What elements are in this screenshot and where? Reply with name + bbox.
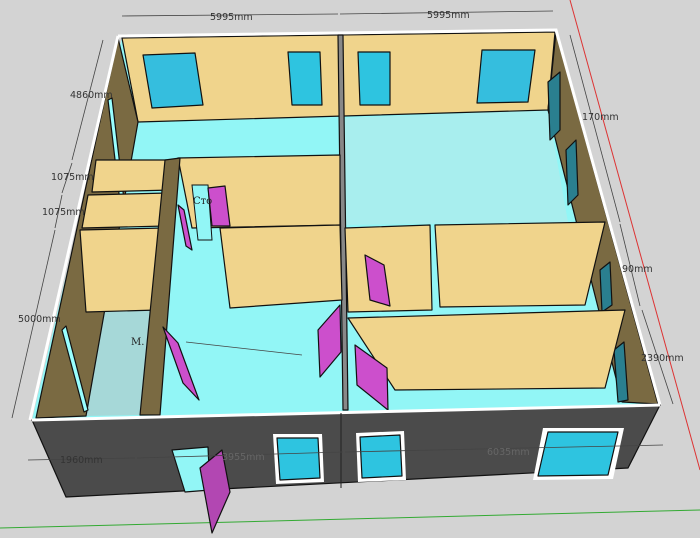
room-label-room: М. [131,337,144,348]
window [276,437,321,481]
window [359,434,403,479]
window [565,139,579,206]
partition-wall [79,227,164,313]
dim-bottom-left: 1960mm [60,455,103,466]
window [599,261,613,313]
window [142,52,204,109]
dim-bottom-mid: 3955mm [222,452,265,463]
window [357,51,391,106]
dim-left-mid-2: 1075mm [42,207,85,218]
dim-right-mid: 90mm [622,264,653,275]
window [537,431,619,477]
partition-wall [347,309,626,391]
partition-wall [219,224,343,309]
dim-left-upper: 4860mm [70,90,113,101]
window [547,71,561,141]
window [287,51,323,106]
partition-wall [434,221,606,308]
dim-left-mid-1: 1075mm [51,172,94,183]
floor-hatched-room [345,110,568,225]
dim-right-lower: 2390mm [641,353,684,364]
dim-top-left: 5995mm [210,12,253,23]
dim-right-upper: 170mm [582,112,619,123]
green-axis-line [0,509,700,529]
floor-plan-3d-model: Сто М. 5995mm 5995mm 4860mm 1075mm 1075m… [0,0,700,538]
dim-top-right: 5995mm [427,10,470,21]
dim-bottom-right: 6035mm [487,447,530,458]
partition-wall [81,192,169,229]
room-label-hall: Сто [193,196,212,207]
window [476,49,536,104]
dim-left-lower: 5000mm [18,314,61,325]
model-canvas: Сто М. 5995mm 5995mm 4860mm 1075mm 1075m… [0,0,700,534]
